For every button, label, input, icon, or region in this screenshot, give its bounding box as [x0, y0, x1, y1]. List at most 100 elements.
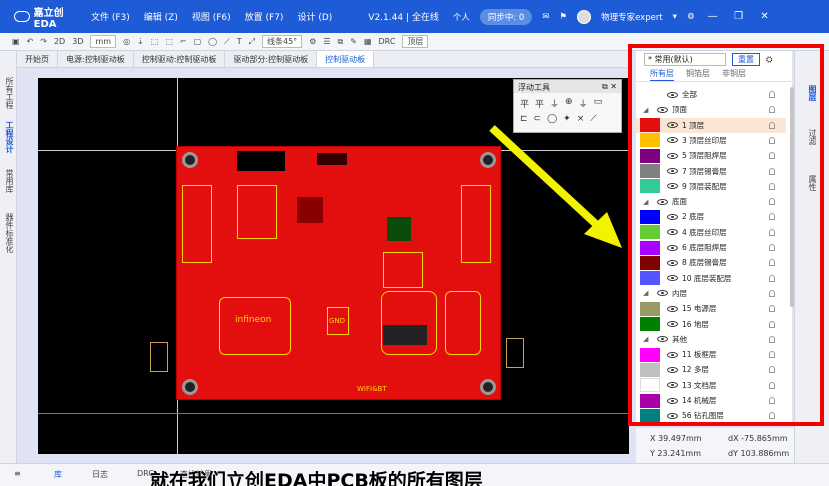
notification-icon[interactable]: ✉	[542, 12, 549, 22]
settings-gear-icon[interactable]: ⚙	[687, 12, 695, 22]
undo-icon[interactable]: ↶	[27, 37, 34, 46]
lock-icon[interactable]	[769, 335, 775, 343]
layer-color-swatch[interactable]	[640, 179, 660, 194]
target-icon[interactable]: ◎	[123, 37, 130, 46]
tab-drive-part[interactable]: 驱动部分:控制驱动板	[225, 51, 318, 67]
layer-color-swatch[interactable]	[640, 301, 660, 316]
tab-control-drive[interactable]: 控制驱动:控制驱动板	[134, 51, 226, 67]
layer-color-swatch[interactable]	[640, 317, 660, 331]
tool-icon[interactable]: 平	[520, 97, 529, 110]
tab-pcb-board[interactable]: 控制驱动板	[317, 51, 375, 67]
redo-icon[interactable]: ↷	[40, 37, 47, 46]
menu-place[interactable]: 放置 (F7)	[245, 10, 284, 23]
tool-icon[interactable]: ✦	[563, 114, 571, 124]
layer-color-swatch[interactable]	[640, 378, 660, 393]
lock-icon[interactable]	[769, 91, 775, 98]
menu-edit[interactable]: 编辑 (Z)	[144, 10, 178, 23]
eye-icon[interactable]	[657, 336, 668, 343]
layer-color-swatch[interactable]	[640, 225, 660, 240]
collapse-arrow-icon[interactable]: ◢	[643, 289, 650, 297]
view-2d-button[interactable]: 2D	[54, 37, 65, 46]
menu-design[interactable]: 设计 (D)	[297, 10, 332, 23]
layer-row[interactable]: 12 多层	[636, 362, 786, 377]
layer-row[interactable]: 4 底层丝印层	[636, 225, 786, 240]
tab-all-layers[interactable]: 所有层	[650, 68, 674, 81]
tab-copper-layers[interactable]: 铜箔层	[686, 68, 710, 81]
reset-button[interactable]: 重置	[732, 53, 760, 66]
eye-icon[interactable]	[667, 213, 678, 220]
layer-color-swatch[interactable]	[640, 393, 660, 408]
tab-layers[interactable]: 图层	[807, 85, 818, 101]
layers-icon[interactable]: ☰	[323, 37, 330, 46]
menu-view[interactable]: 视图 (F6)	[192, 10, 231, 23]
tab-log[interactable]: 日志	[92, 469, 108, 480]
tab-device-standardize[interactable]: 器件标准化	[3, 213, 14, 253]
lock-icon[interactable]	[769, 320, 775, 328]
eye-icon[interactable]	[667, 397, 678, 404]
menu-file[interactable]: 文件 (F3)	[91, 10, 130, 23]
lock-icon[interactable]	[769, 412, 775, 420]
lock-icon[interactable]	[769, 167, 775, 175]
dimension-icon[interactable]: ⤢	[249, 37, 255, 47]
eye-icon[interactable]	[667, 259, 678, 266]
layer-row[interactable]: 8 底层锡膏层	[636, 255, 786, 270]
eye-icon[interactable]	[657, 198, 668, 205]
layer-color-swatch[interactable]	[640, 271, 660, 286]
eye-icon[interactable]	[667, 152, 678, 159]
tab-library[interactable]: 库	[54, 469, 62, 480]
layer-row[interactable]: 7 顶层锡膏层	[636, 164, 786, 179]
minimize-icon[interactable]: —	[705, 11, 721, 22]
eye-icon[interactable]	[667, 244, 678, 251]
layer-row[interactable]: 3 顶层丝印层	[636, 133, 786, 148]
lock-icon[interactable]	[769, 182, 775, 190]
eye-icon[interactable]	[667, 137, 678, 144]
lock-icon[interactable]	[769, 198, 775, 206]
eye-icon[interactable]	[667, 382, 678, 389]
eye-icon[interactable]	[667, 305, 678, 312]
sync-button[interactable]: 同步中: 0	[479, 8, 533, 25]
layer-group[interactable]: ◢ 其他	[636, 332, 786, 347]
lock-icon[interactable]	[769, 213, 775, 221]
eye-icon[interactable]	[667, 183, 678, 190]
lock-icon[interactable]	[769, 259, 775, 267]
eye-icon[interactable]	[667, 122, 678, 129]
tool-icon[interactable]: 平	[535, 97, 544, 110]
layer-select[interactable]: 顶层	[402, 35, 429, 48]
user-name[interactable]: 物理专家expert	[601, 11, 663, 23]
tab-properties[interactable]: 属性	[807, 175, 818, 191]
layer-group[interactable]: ◢ 底面	[636, 194, 786, 209]
select-rect-icon[interactable]: ⬚	[151, 37, 159, 46]
layer-color-swatch[interactable]	[640, 133, 660, 148]
tab-all-projects[interactable]: 所有工程	[3, 77, 14, 109]
layer-row[interactable]: 56 钻孔图层	[636, 408, 786, 423]
pcb-board[interactable]: infineon GND WIFI&BT	[176, 146, 501, 400]
layer-row[interactable]: 13 文档层	[636, 378, 786, 393]
tool-icon[interactable]: ◯	[547, 114, 557, 124]
eye-icon[interactable]	[667, 351, 678, 358]
tool-icon[interactable]: ×	[577, 114, 585, 124]
layer-settings-icon[interactable]: ⛭	[766, 55, 772, 65]
layer-row[interactable]: 16 地层	[636, 317, 786, 332]
layer-color-swatch[interactable]	[640, 209, 660, 224]
eye-icon[interactable]	[667, 321, 678, 327]
layer-row[interactable]: 14 机械层	[636, 393, 786, 408]
tool-icon[interactable]: ▭	[594, 97, 603, 110]
layer-row[interactable]: 5 顶层阻焊层	[636, 148, 786, 163]
maximize-icon[interactable]: ❐	[731, 11, 747, 22]
layer-row[interactable]: 10 底层装配层	[636, 271, 786, 286]
lock-icon[interactable]	[769, 121, 775, 129]
eye-icon[interactable]	[667, 168, 678, 174]
lock-icon[interactable]	[769, 366, 775, 374]
layer-color-swatch[interactable]	[640, 148, 660, 163]
layer-color-swatch[interactable]	[640, 347, 660, 362]
eye-icon[interactable]	[657, 106, 668, 113]
chevron-down-icon[interactable]: ▾	[673, 12, 677, 22]
settings-icon[interactable]: ⚙	[309, 37, 316, 46]
layer-color-swatch[interactable]	[640, 408, 660, 423]
tab-filter[interactable]: 过滤	[807, 129, 818, 145]
tool-icon[interactable]: ⏚	[579, 97, 588, 110]
layer-color-swatch[interactable]	[640, 255, 660, 270]
layer-row[interactable]: 2 底层	[636, 209, 786, 224]
tool-icon[interactable]: ⊂	[534, 114, 542, 124]
eye-icon[interactable]	[667, 91, 678, 98]
